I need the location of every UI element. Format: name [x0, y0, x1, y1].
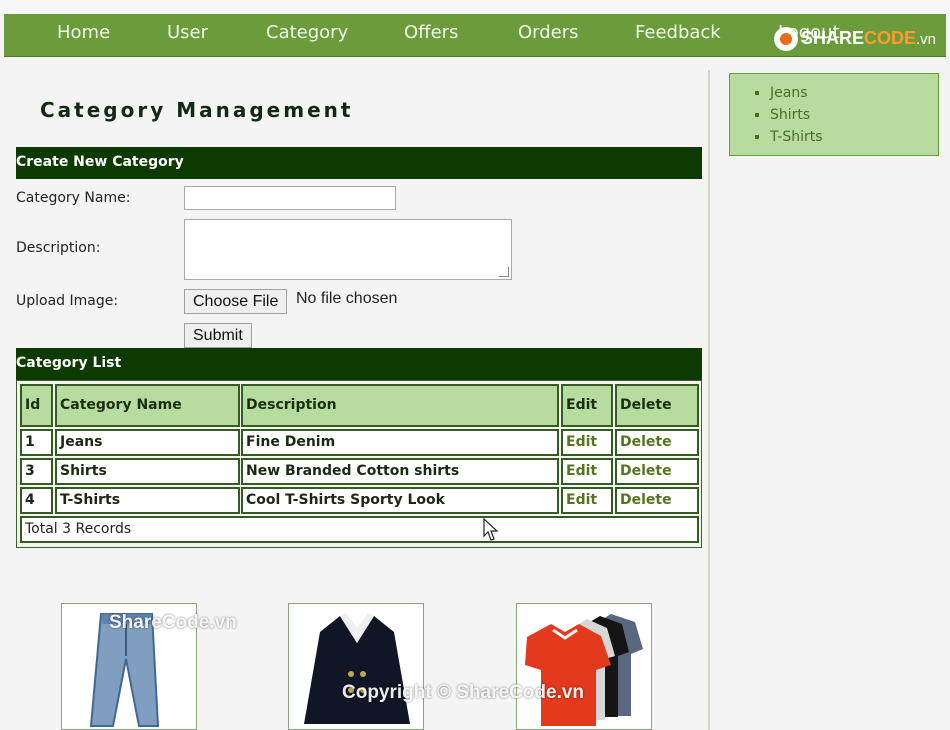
nav-home[interactable]: Home — [57, 14, 110, 56]
nav-category[interactable]: Category — [266, 14, 348, 56]
sharecode-logo-icon — [773, 27, 798, 52]
nav-orders[interactable]: Orders — [518, 14, 579, 56]
row-2-edit-link[interactable]: Edit — [561, 458, 613, 485]
category-sidebar: Jeans Shirts T-Shirts — [729, 73, 939, 156]
file-status-text: No file chosen — [296, 290, 398, 307]
sidebar-divider — [708, 70, 710, 730]
top-strip — [0, 0, 950, 14]
row-2-delete-link[interactable]: Delete — [615, 458, 699, 485]
nav-offers[interactable]: Offers — [404, 14, 458, 56]
mouse-cursor-icon — [483, 518, 499, 541]
column-header-edit: Edit — [561, 384, 613, 427]
create-section-header: Create New Category — [16, 147, 702, 179]
shirts-thumbnail[interactable] — [288, 603, 424, 730]
nav-user[interactable]: User — [167, 14, 208, 56]
row-3-id: 4 — [20, 487, 53, 514]
category-name-label: Category Name: — [16, 190, 131, 206]
category-name-input[interactable] — [184, 186, 396, 210]
watermark-top: ShareCode.vn — [109, 612, 237, 633]
description-label: Description: — [16, 240, 101, 256]
resize-grip-icon[interactable] — [499, 267, 509, 277]
row-2-category-name: Shirts — [55, 458, 240, 485]
sidebar-item-jeans[interactable]: Jeans — [770, 82, 938, 104]
column-header-id: Id — [20, 384, 53, 427]
row-1-category-name: Jeans — [55, 429, 240, 456]
sidebar-item-shirts[interactable]: Shirts — [770, 104, 938, 126]
category-list: Jeans Shirts T-Shirts — [730, 74, 938, 148]
row-3-category-name: T-Shirts — [55, 487, 240, 514]
watermark-bottom: Copyright © ShareCode.vn — [342, 682, 585, 703]
row-1-delete-link[interactable]: Delete — [615, 429, 699, 456]
row-1-id: 1 — [20, 429, 53, 456]
nav-feedback[interactable]: Feedback — [635, 14, 721, 56]
tshirts-image — [517, 604, 651, 729]
jacket-image — [289, 604, 423, 729]
column-header-delete: Delete — [615, 384, 699, 427]
sharecode-logo: SHARECODE.vn — [773, 24, 936, 52]
upload-image-label: Upload Image: — [16, 293, 119, 309]
category-list-header: Category List — [16, 348, 702, 380]
logo-text-domain: .vn — [915, 31, 936, 48]
column-header-description: Description — [241, 384, 559, 427]
row-3-delete-link[interactable]: Delete — [615, 487, 699, 514]
row-3-description: Cool T-Shirts Sporty Look — [241, 487, 559, 514]
column-header-category-name: Category Name — [55, 384, 240, 427]
row-3-edit-link[interactable]: Edit — [561, 487, 613, 514]
sidebar-item-tshirts[interactable]: T-Shirts — [770, 126, 938, 148]
description-textarea[interactable] — [184, 219, 512, 280]
logo-text-share: SHARE — [800, 28, 864, 48]
top-navigation: Home User Category Offers Orders Feedbac… — [4, 14, 946, 57]
submit-button[interactable]: Submit — [184, 323, 252, 348]
table-total-records: Total 3 Records — [20, 516, 699, 543]
logo-text-code: CODE — [863, 28, 916, 48]
row-1-edit-link[interactable]: Edit — [561, 429, 613, 456]
tshirts-thumbnail[interactable] — [516, 603, 652, 730]
category-table: Id Category Name Description Edit Delete… — [16, 380, 702, 548]
page-title: Category Management — [40, 98, 354, 122]
row-1-description: Fine Denim — [241, 429, 559, 456]
choose-file-button[interactable]: Choose File — [184, 289, 288, 314]
row-2-description: New Branded Cotton shirts — [241, 458, 559, 485]
row-2-id: 3 — [20, 458, 53, 485]
